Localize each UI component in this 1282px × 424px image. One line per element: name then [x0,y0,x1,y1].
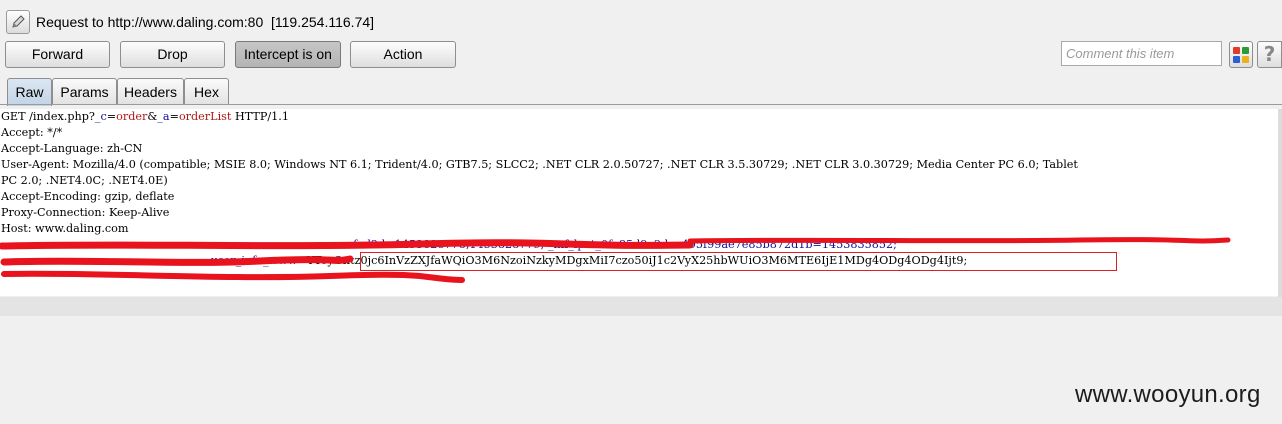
cookie-line: fed2d=1453828778,1453828779; _mf_lpvt_0f… [1,238,897,251]
request-title: Request to http://www.daling.com:80 [119… [36,14,375,30]
editor-footer-strip [0,297,1282,316]
intercept-toggle-button[interactable]: Intercept is on [235,41,341,68]
edit-request-button[interactable] [6,10,30,34]
watermark-text: www.wooyun.org [1075,381,1261,408]
title-bar: Request to http://www.daling.com:80 [119… [0,0,1282,40]
header-line: Proxy-Connection: Keep-Alive [1,206,170,219]
header-line: Accept-Encoding: gzip, deflate [1,190,175,203]
cookie-key-user-info: user_info_www [210,254,298,267]
question-icon: ? [1263,42,1276,66]
help-button[interactable]: ? [1257,41,1282,68]
header-line: Host: www.daling.com [1,222,129,235]
forward-button[interactable]: Forward [5,41,110,68]
request-line: GET /index.php?_c=order&_a=orderList HTT… [1,110,289,123]
annotation-highlight-box [360,252,1117,271]
cookie-visible-fragment: fed2d=1453828778,1453828779; _mf_lpvt_0f… [353,238,897,251]
vertical-scrollbar[interactable] [1278,109,1282,299]
tab-params[interactable]: Params [52,78,117,105]
tab-divider [0,104,1282,105]
pencil-icon [12,15,25,28]
header-line: Accept-Language: zh-CN [1,142,143,155]
action-button[interactable]: Action [350,41,456,68]
header-line: Accept: */* [1,126,63,139]
cookie-line [1,270,5,283]
tab-hex[interactable]: Hex [184,78,229,105]
tab-headers[interactable]: Headers [117,78,184,105]
highlight-color-button[interactable] [1229,41,1253,68]
header-line: User-Agent: Mozilla/4.0 (compatible; MSI… [1,158,1078,171]
header-line: PC 2.0; .NET4.0C; .NET4.0E) [1,174,168,187]
drop-button[interactable]: Drop [120,41,225,68]
comment-input[interactable] [1061,41,1222,66]
tab-raw[interactable]: Raw [7,78,52,106]
